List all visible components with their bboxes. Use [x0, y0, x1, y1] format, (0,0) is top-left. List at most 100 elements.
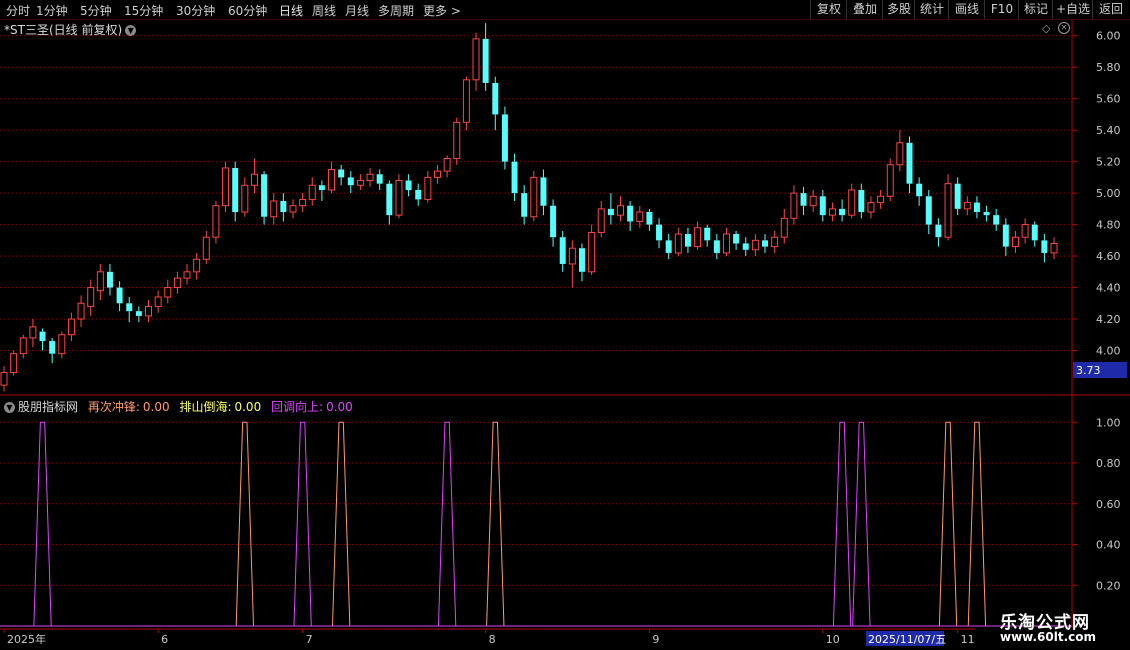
candle-body-up	[183, 271, 191, 279]
price-tick-label: 6.00	[1096, 30, 1121, 43]
candle-body-up	[289, 205, 297, 213]
candle-body-down	[762, 240, 768, 247]
candle-body-up	[780, 217, 788, 238]
candle-body-down	[39, 331, 46, 342]
candle-body-up	[1011, 236, 1019, 248]
candle-body-down	[983, 212, 990, 216]
price-tick-label: 5.60	[1096, 93, 1121, 106]
pulse-rebound-up	[832, 421, 852, 627]
candle-body-down	[704, 227, 711, 241]
candle-body-up	[10, 353, 18, 374]
candle-body-up	[597, 208, 605, 233]
candle-body-down	[338, 169, 345, 178]
candle-body-down	[858, 189, 865, 213]
candle-body-down	[521, 193, 528, 217]
price-tick-label: 5.20	[1096, 156, 1121, 169]
price-tick-label: 5.00	[1096, 187, 1121, 200]
candle-body-down	[646, 212, 653, 225]
date-tick-label: 6	[161, 633, 168, 646]
indicator-tick-label: 0.20	[1096, 579, 1121, 592]
candle-body-down	[627, 205, 634, 222]
candle-body-down	[559, 237, 566, 264]
candle-body-down	[1041, 240, 1048, 253]
pulse-rebound-up	[293, 421, 312, 627]
pulse-charge-again	[967, 421, 987, 627]
price-tick-label: 4.80	[1096, 219, 1121, 232]
candle-body-down	[232, 167, 239, 213]
indicator-tick-label: 0.40	[1096, 539, 1121, 552]
candle-body-down	[511, 161, 518, 194]
candle-body-down	[1031, 224, 1038, 241]
candle-body-up	[299, 198, 307, 207]
candle-body-up	[164, 287, 172, 298]
candle-body-down	[376, 174, 383, 184]
candle-body-down	[993, 215, 1000, 225]
candle-body-up	[443, 157, 451, 172]
candle-body-up	[877, 195, 885, 204]
candle-body-up	[848, 189, 856, 216]
candle-body-down	[540, 177, 547, 206]
candle-body-up	[193, 258, 201, 273]
date-tick-label: 9	[652, 633, 659, 646]
candle-body-up	[58, 334, 66, 355]
candle-body-down	[839, 208, 846, 216]
candle-body-down	[916, 183, 923, 197]
candle-body-up	[270, 200, 278, 218]
candle-body-up	[250, 173, 258, 186]
candle-body-down	[261, 174, 268, 217]
price-tick-label: 4.40	[1096, 282, 1121, 295]
price-tick-label: 4.00	[1096, 345, 1121, 358]
price-tick-label: 5.40	[1096, 124, 1121, 137]
candle-body-up	[809, 195, 817, 207]
candle-body-down	[280, 200, 287, 213]
candle-body-up	[462, 79, 470, 123]
candle-body-up	[530, 176, 538, 218]
watermark-url: www.60lt.com	[1000, 630, 1097, 644]
date-tick-label: 10	[826, 633, 840, 646]
candle-body-down	[492, 82, 499, 115]
pulse-charge-again	[331, 421, 351, 627]
candle-body-up	[202, 236, 210, 260]
candle-body-down	[550, 205, 557, 238]
pulse-charge-again	[938, 421, 958, 627]
candle-body-down	[318, 185, 325, 190]
candle-body-down	[925, 196, 932, 225]
candle-body-up	[617, 205, 625, 216]
candle-body-down	[665, 240, 672, 253]
candle-body-up	[472, 38, 480, 81]
candle-body-up	[96, 271, 104, 292]
candle-body-up	[356, 180, 364, 186]
candle-body-up	[674, 233, 682, 254]
candle-body-down	[405, 180, 412, 190]
candle-body-down	[386, 183, 393, 216]
candle-body-up	[395, 180, 403, 216]
candle-body-up	[328, 169, 336, 191]
current-date-label: 2025/11/07/五	[868, 633, 946, 646]
date-tick-label: 7	[306, 633, 313, 646]
candle-body-up	[790, 192, 798, 219]
candle-body-down	[954, 183, 961, 209]
candle-body-down	[656, 224, 663, 241]
pulse-charge-again	[235, 421, 254, 627]
candle-body-down	[49, 341, 56, 354]
candle-body-up	[771, 236, 779, 248]
candle-body-down	[906, 142, 913, 184]
price-chart[interactable]: 6.00 5.80 5.60 5.40 5.20 5.00 4.80 4.60 4.40 4.20…	[0, 0, 1130, 650]
candle-body-down	[742, 243, 749, 250]
candle-body-up	[568, 247, 576, 265]
candle-body-up	[212, 205, 220, 238]
candle-body-down	[973, 202, 980, 213]
candle-body-up	[453, 121, 461, 159]
candle-body-up	[896, 142, 904, 166]
candle-body-down	[126, 303, 133, 312]
candle-body-up	[886, 164, 894, 197]
candle-body-up	[434, 170, 441, 178]
price-tick-label: 4.20	[1096, 313, 1121, 326]
candle-body-up	[751, 239, 759, 251]
candle-body-up	[636, 211, 644, 222]
candle-body-down	[116, 287, 123, 304]
candle-body-down	[713, 240, 720, 253]
candle-body-up	[867, 202, 875, 213]
pulse-rebound-up	[437, 421, 457, 627]
price-tick-label: 5.80	[1096, 61, 1121, 74]
